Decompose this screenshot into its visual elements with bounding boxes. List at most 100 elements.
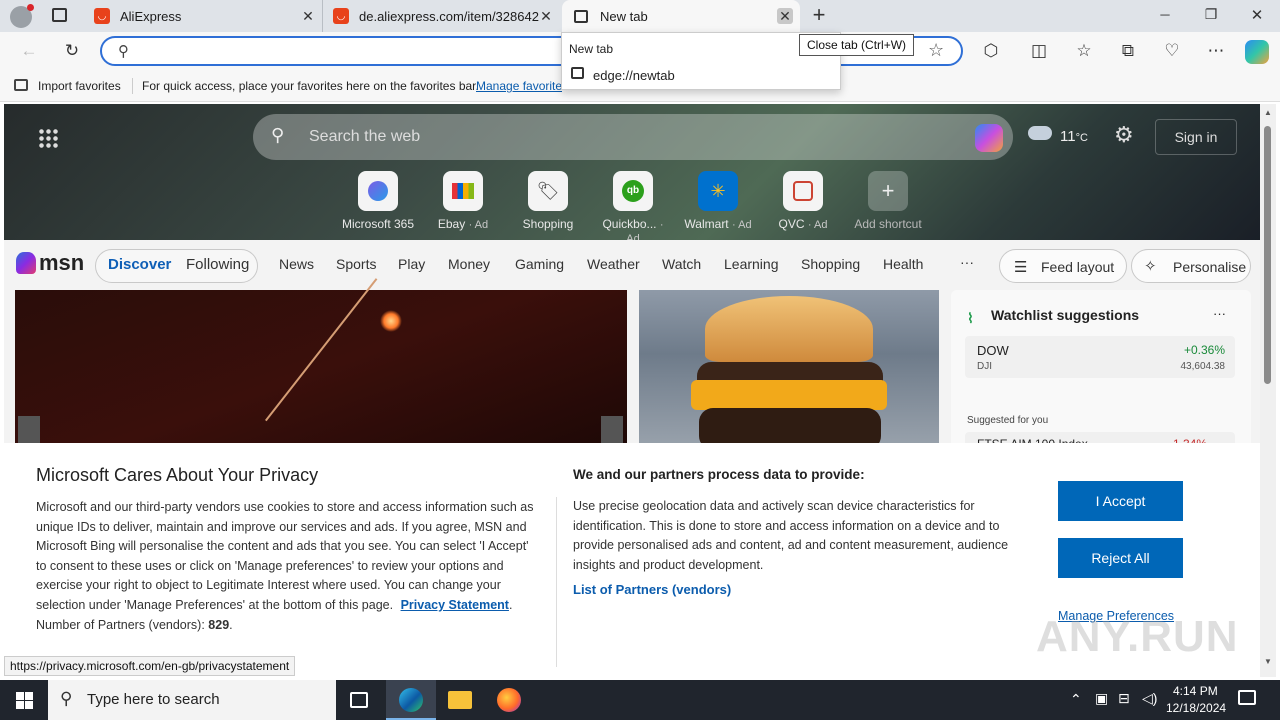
privacy-statement-link[interactable]: Privacy Statement bbox=[401, 598, 509, 612]
walmart-icon: ✳ bbox=[698, 171, 738, 211]
network-icon[interactable]: ⊟ bbox=[1118, 690, 1130, 707]
close-window-button[interactable]: ✕ bbox=[1242, 6, 1272, 24]
import-favorites-icon bbox=[14, 79, 28, 91]
tab-title: de.aliexpress.com/item/32864278 bbox=[359, 8, 539, 24]
meteor-trail bbox=[265, 278, 378, 422]
shortcut-qvc[interactable]: QVC · Ad bbox=[765, 171, 841, 231]
performance-icon[interactable]: ♡ bbox=[1157, 36, 1187, 66]
nav-learning[interactable]: Learning bbox=[724, 256, 779, 272]
accept-button[interactable]: I Accept bbox=[1058, 481, 1183, 521]
nav-watch[interactable]: Watch bbox=[662, 256, 701, 272]
back-icon[interactable]: ← bbox=[14, 36, 44, 66]
shortcut-ebay[interactable]: Ebay · Ad bbox=[425, 171, 501, 231]
tab-aliexpress[interactable]: ◡ AliExpress ✕ bbox=[84, 0, 322, 32]
watchlist-more-icon[interactable]: ··· bbox=[1213, 306, 1226, 321]
nav-news[interactable]: News bbox=[279, 256, 314, 272]
scroll-up-arrow[interactable]: ▲ bbox=[1264, 108, 1272, 117]
page-scrollbar[interactable]: ▲ ▼ bbox=[1260, 104, 1276, 677]
clock-date[interactable]: 12/18/2024 bbox=[1166, 701, 1226, 715]
favorites-icon[interactable]: ☆ bbox=[1069, 36, 1099, 66]
search-icon: ⚲ bbox=[271, 125, 285, 145]
shopping-tag-icon: 🏷 bbox=[528, 171, 568, 211]
copilot-icon[interactable] bbox=[1245, 40, 1269, 64]
sign-in-button[interactable]: Sign in bbox=[1155, 119, 1237, 155]
nav-weather[interactable]: Weather bbox=[587, 256, 640, 272]
apps-launcher-icon[interactable] bbox=[38, 128, 58, 148]
nav-money[interactable]: Money bbox=[448, 256, 490, 272]
new-tab-button[interactable]: + bbox=[808, 2, 830, 28]
refresh-icon[interactable]: ↻ bbox=[57, 36, 87, 66]
watchlist-title: Watchlist suggestions bbox=[991, 307, 1140, 323]
nav-sports[interactable]: Sports bbox=[336, 256, 376, 272]
close-tab-icon[interactable]: ✕ bbox=[777, 8, 793, 24]
tab-following[interactable]: Following bbox=[186, 256, 249, 273]
web-search-box[interactable]: ⚲ Search the web bbox=[253, 114, 1013, 160]
tray-device-icon[interactable]: ▣ bbox=[1095, 690, 1108, 707]
news-card-burger[interactable] bbox=[639, 290, 939, 450]
shortcut-walmart[interactable]: ✳ Walmart · Ad bbox=[680, 171, 756, 231]
meteor-glow bbox=[380, 310, 402, 332]
tab-new-tab[interactable]: New tab ✕ bbox=[562, 0, 800, 32]
add-shortcut[interactable]: + Add shortcut bbox=[850, 171, 926, 231]
microsoft-365-icon bbox=[358, 171, 398, 211]
msn-logo[interactable]: msn bbox=[16, 250, 84, 276]
personalise-button[interactable]: ✧ Personalise bbox=[1131, 249, 1251, 283]
task-view-icon[interactable] bbox=[350, 692, 368, 708]
nav-gaming[interactable]: Gaming bbox=[515, 256, 564, 272]
shortcut-microsoft-365[interactable]: Microsoft 365 bbox=[340, 171, 416, 231]
newtab-favicon bbox=[571, 67, 584, 79]
restore-button[interactable]: ❐ bbox=[1196, 6, 1226, 23]
settings-more-icon[interactable]: ⋯ bbox=[1201, 36, 1231, 66]
search-icon: ⚲ bbox=[60, 689, 73, 708]
favorite-star-icon[interactable]: ☆ bbox=[928, 40, 944, 61]
clock-time[interactable]: 4:14 PM bbox=[1173, 684, 1218, 698]
reject-all-button[interactable]: Reject All bbox=[1058, 538, 1183, 578]
tab-title: AliExpress bbox=[120, 8, 182, 24]
collections-icon[interactable]: ⧉ bbox=[1113, 36, 1143, 66]
extensions-icon[interactable]: ⬡ bbox=[976, 36, 1006, 66]
tray-chevron-icon[interactable]: ⌃ bbox=[1070, 691, 1082, 708]
import-favorites-button[interactable]: Import favorites bbox=[38, 79, 121, 93]
privacy-divider bbox=[556, 497, 557, 667]
manage-favorites-link[interactable]: Manage favorites bbox=[476, 79, 562, 93]
shortcut-shopping[interactable]: 🏷 Shopping bbox=[510, 171, 586, 231]
windows-start-icon[interactable] bbox=[16, 692, 33, 709]
firefox-icon[interactable] bbox=[497, 688, 521, 712]
copilot-icon[interactable] bbox=[975, 124, 1003, 152]
close-tab-icon[interactable]: ✕ bbox=[300, 8, 316, 24]
tab-discover[interactable]: Discover bbox=[108, 256, 171, 273]
partners-count: 829 bbox=[208, 617, 230, 632]
notifications-icon[interactable] bbox=[1238, 690, 1256, 705]
news-card-night-sky[interactable] bbox=[15, 278, 627, 450]
minimize-button[interactable]: ─ bbox=[1150, 7, 1180, 22]
nav-health[interactable]: Health bbox=[883, 256, 923, 272]
sliders-icon: ☰ bbox=[1014, 259, 1028, 276]
close-tab-tooltip: Close tab (Ctrl+W) bbox=[799, 34, 915, 56]
list-of-partners-link[interactable]: List of Partners (vendors) bbox=[573, 582, 731, 597]
favorites-hint: For quick access, place your favorites h… bbox=[142, 79, 479, 93]
file-explorer-icon[interactable] bbox=[448, 691, 472, 709]
burger-cheese bbox=[691, 380, 887, 410]
tab-aliexpress-item[interactable]: ◡ de.aliexpress.com/item/32864278 ✕ bbox=[322, 0, 560, 32]
ebay-icon bbox=[443, 171, 483, 211]
nav-shopping[interactable]: Shopping bbox=[801, 256, 860, 272]
scroll-down-arrow[interactable]: ▼ bbox=[1264, 657, 1272, 666]
nav-play[interactable]: Play bbox=[398, 256, 425, 272]
taskbar-search[interactable]: ⚲ Type here to search bbox=[48, 680, 336, 720]
hover-card-url: edge://newtab bbox=[593, 68, 675, 83]
qvc-icon bbox=[783, 171, 823, 211]
gear-icon[interactable]: ⚙ bbox=[1114, 122, 1134, 148]
scroll-thumb[interactable] bbox=[1264, 126, 1271, 384]
volume-icon[interactable]: ◁) bbox=[1142, 690, 1157, 707]
aliexpress-favicon: ◡ bbox=[333, 8, 349, 24]
taskbar-search-placeholder: Type here to search bbox=[87, 691, 220, 708]
shortcut-quickbooks[interactable]: qb Quickbo... · Ad bbox=[595, 171, 671, 245]
split-screen-icon[interactable]: ◫ bbox=[1024, 36, 1054, 66]
edge-icon[interactable] bbox=[399, 688, 423, 712]
nav-more-icon[interactable]: ··· bbox=[960, 254, 974, 270]
tab-actions-icon[interactable] bbox=[52, 8, 67, 22]
close-tab-icon[interactable]: ✕ bbox=[538, 8, 554, 24]
tab-title: New tab bbox=[600, 8, 648, 24]
feed-layout-button[interactable]: ☰ Feed layout bbox=[999, 249, 1127, 283]
stock-row[interactable]: DOW DJI +0.36% 43,604.38 bbox=[965, 336, 1235, 378]
